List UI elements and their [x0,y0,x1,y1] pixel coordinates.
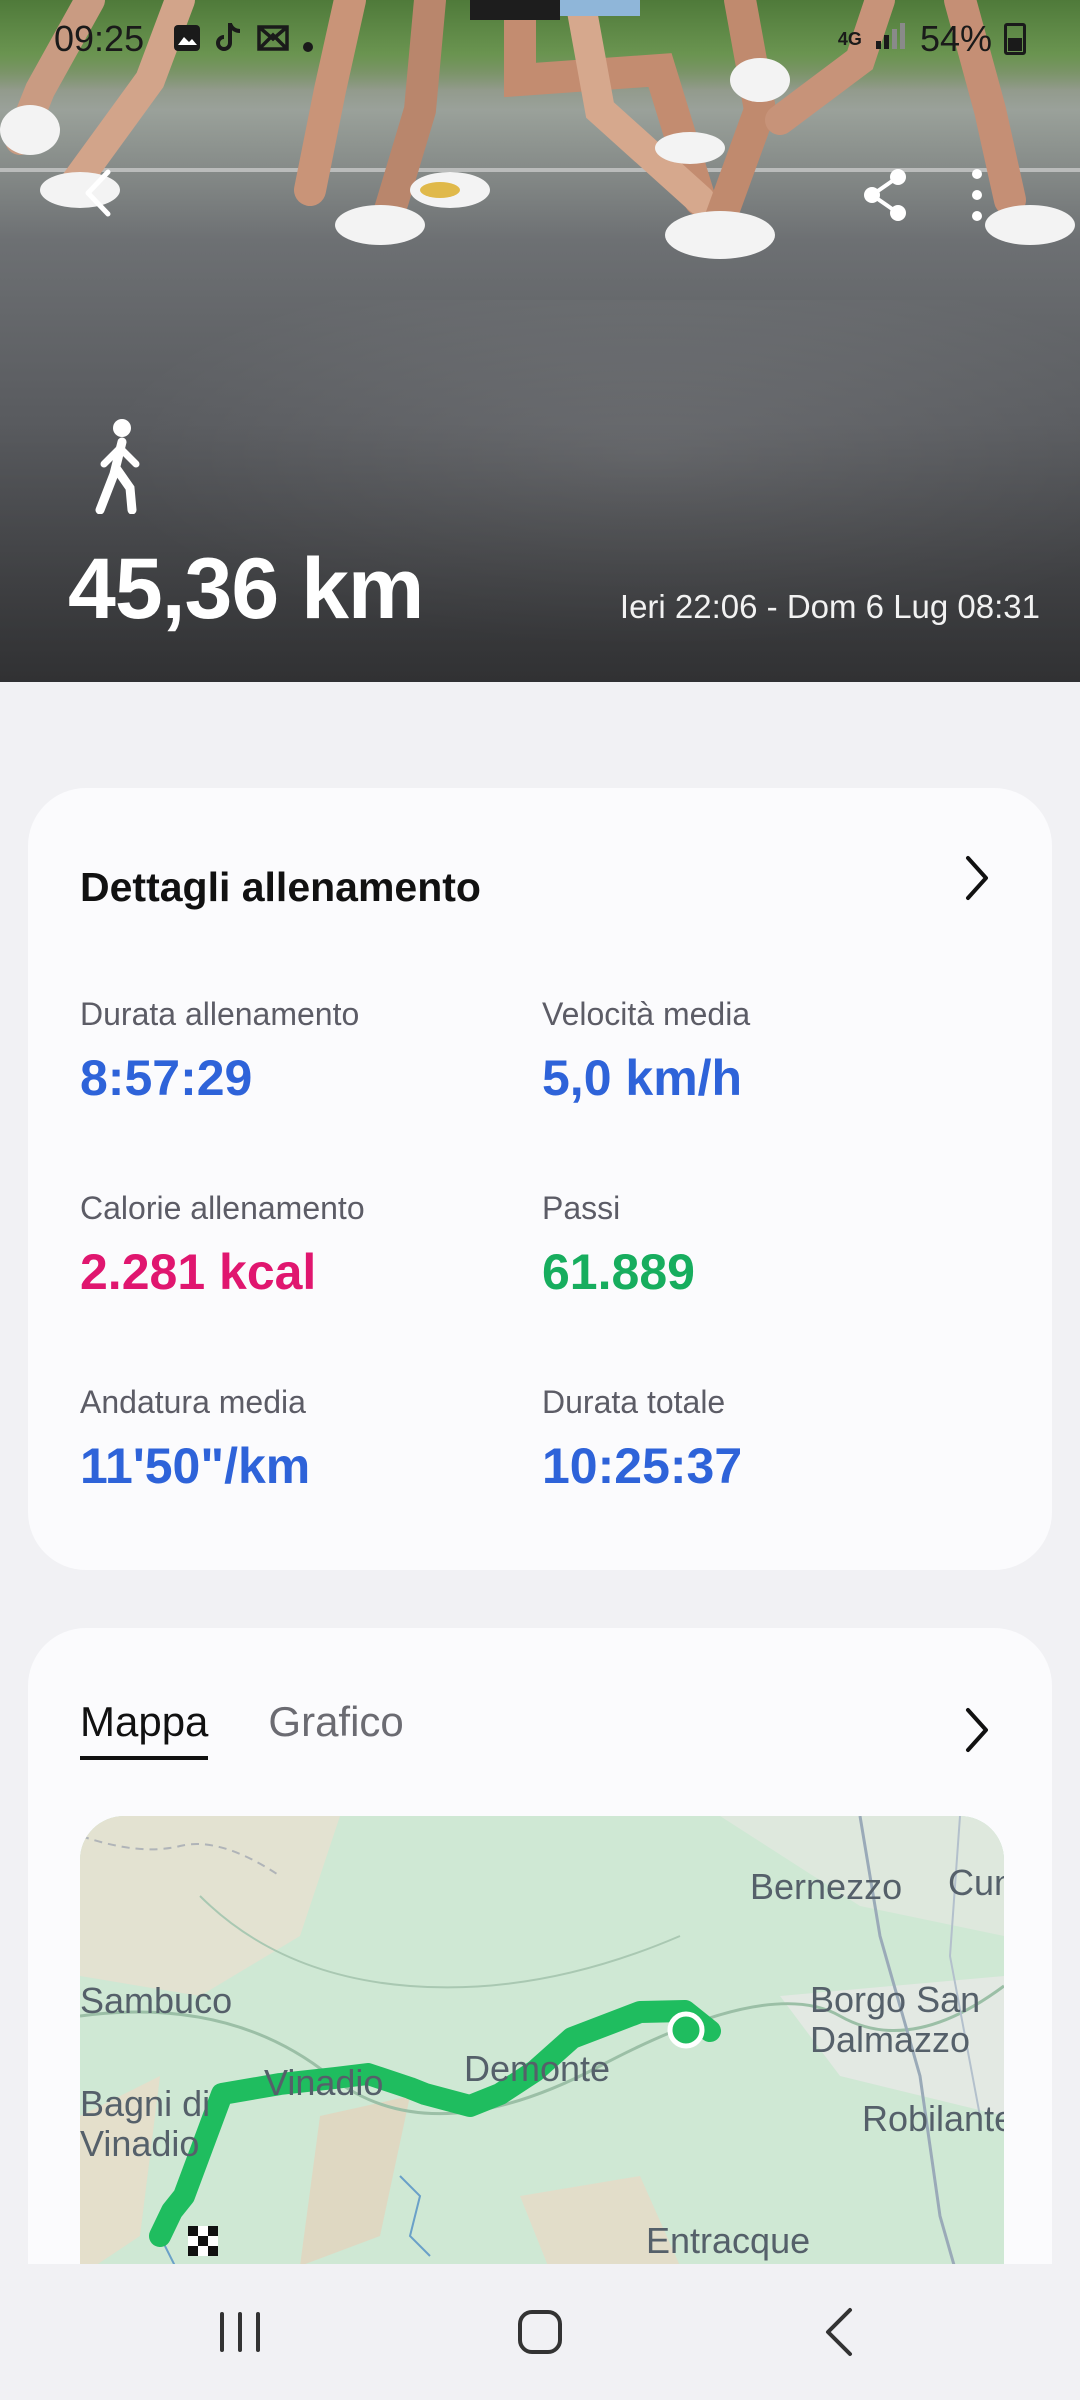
map-card: Mappa Grafico Bernezzo Cu Sambuco Borgo … [28,1628,1052,2328]
hero-banner: 09:25 4G 54% 45,36 km Ieri 22:06 - Dom 6… [0,0,1080,682]
stat-total-duration: Durata totale 10:25:37 [542,1384,982,1495]
route-map[interactable]: Bernezzo Cun Sambuco Borgo San Dalmazzo … [80,1816,1004,2328]
map-label: Borgo San Dalmazzo [810,1979,981,2060]
stat-steps: Passi 61.889 [542,1190,982,1301]
back-icon [826,2308,852,2356]
stat-value: 11'50"/km [80,1438,311,1494]
stat-label: Passi [542,1190,621,1226]
details-title: Dettagli allenamento [80,864,481,910]
map-open-button[interactable] [956,1700,996,1760]
finish-flag-icon [188,2226,218,2256]
details-open-button[interactable] [956,848,996,908]
stat-label: Durata allenamento [80,996,360,1032]
workout-details-card: Dettagli allenamento Durata allenamento … [28,788,1052,1570]
mail-icon [256,20,290,62]
more-options-button[interactable] [942,160,1012,230]
tab-mappa[interactable]: Mappa [80,1698,209,1760]
recent-apps-icon [220,2312,260,2352]
status-right: 4G 54% [838,18,1026,60]
home-icon [518,2310,562,2354]
more-vertical-icon [972,169,982,221]
stat-value: 8:57:29 [80,1050,253,1106]
gallery-icon [172,20,202,62]
map-label: Sambuco [80,1980,233,2021]
map-label: Bagni di Vinadio [80,2083,211,2164]
back-button[interactable] [64,158,134,228]
stat-avg-pace: Andatura media 11'50"/km [80,1384,520,1495]
share-button[interactable] [850,160,920,230]
home-button[interactable] [500,2292,580,2372]
stat-value: 61.889 [542,1244,695,1300]
chevron-right-icon [966,856,988,900]
map-label: Cun [948,1862,1004,1903]
back-nav-button[interactable] [800,2292,880,2372]
map-label: Demonte [464,2048,611,2089]
chevron-right-icon [966,1708,988,1752]
map-tabs: Mappa Grafico [80,1698,404,1760]
stat-label: Velocità media [542,996,751,1032]
dot-icon [302,20,314,62]
status-bar: 09:25 4G 54% [0,0,1080,78]
stat-value: 5,0 km/h [542,1050,743,1106]
map-label: Bernezzo [750,1866,903,1907]
network-type: 4G [837,28,862,49]
stat-value: 2.281 kcal [80,1244,317,1300]
stat-calories: Calorie allenamento 2.281 kcal [80,1190,520,1301]
status-time: 09:25 [54,18,145,59]
workout-date-range: Ieri 22:06 - Dom 6 Lug 08:31 [619,588,1040,625]
workout-distance: 45,36 km [68,541,424,637]
stat-label: Calorie allenamento [80,1190,365,1226]
tab-grafico[interactable]: Grafico [268,1698,403,1760]
recent-apps-button[interactable] [200,2292,280,2372]
map-label: Vinadio [264,2062,384,2103]
signal-icon [874,18,908,60]
stat-label: Durata totale [542,1384,726,1420]
map-label: Robilante [862,2098,1004,2139]
battery-percent: 54% [919,18,992,59]
tiktok-icon [214,20,244,62]
stat-value: 10:25:37 [542,1438,743,1494]
stat-duration: Durata allenamento 8:57:29 [80,996,520,1107]
stat-label: Andatura media [80,1384,306,1420]
share-icon [864,169,906,221]
chevron-left-icon [85,169,111,217]
notification-icons [172,20,314,62]
walk-icon [95,419,140,514]
map-label: Entracque [646,2220,811,2261]
stat-avg-speed: Velocità media 5,0 km/h [542,996,982,1107]
battery-icon [1004,23,1026,55]
system-navigation-bar [0,2264,1080,2400]
